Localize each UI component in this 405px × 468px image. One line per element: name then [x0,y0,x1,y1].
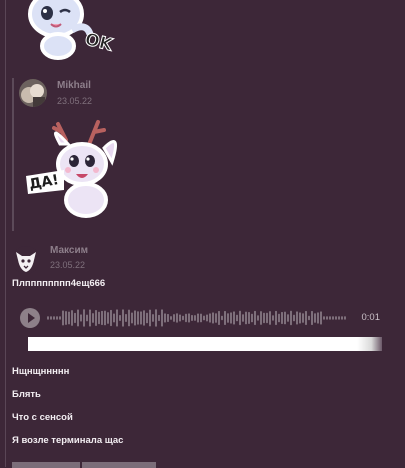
voice-scrubber[interactable] [28,337,382,351]
chat-history: OK Mikhail 23.05.22 ДА! Максим 23.05.22 … [0,0,405,468]
maxim-date: 23.05.22 [50,260,86,270]
thread-rail [5,0,6,467]
play-button[interactable] [20,308,40,328]
maxim-avatar[interactable] [12,246,40,274]
mikhail-date: 23.05.22 [57,96,93,106]
deer-da-sticker[interactable]: ДА! [24,114,130,220]
voice-message: 0:01 [20,306,392,330]
photo-attachment[interactable] [12,462,80,468]
maxim-name[interactable]: Максим [50,245,88,256]
message-line: Нщнщннннн [12,366,70,377]
waveform[interactable] [46,308,350,328]
quote-bar [12,78,14,231]
cat-ok-sticker[interactable]: OK [18,0,118,62]
message-line: Что с сенсой [12,412,73,423]
mikhail-name[interactable]: Mikhail [57,80,91,91]
message-line: Я возле терминала щас [12,435,124,446]
mikhail-avatar[interactable] [19,79,47,107]
message-line: Блять [12,389,41,400]
photo-attachment[interactable] [82,462,156,468]
voice-duration: 0:01 [361,312,381,323]
message-text: Плпппппппп4ещ666 [12,278,106,289]
ok-lettering: OK [83,29,115,55]
